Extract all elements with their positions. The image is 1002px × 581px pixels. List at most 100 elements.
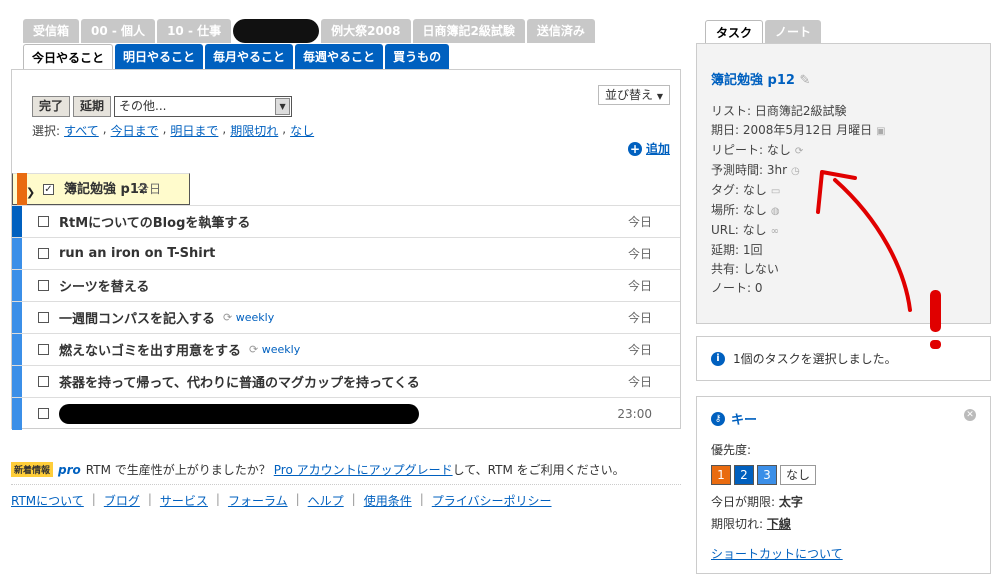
task-row[interactable]: run an iron on T-Shirt 今日 <box>12 237 680 270</box>
select-row: 選択: すべて, 今日まで, 明日まで, 期限切れ, なし <box>32 122 315 139</box>
sort-button[interactable]: 並び替え ▼ <box>598 85 670 105</box>
task-list-panel: 完了 延期 その他... ▼ 並び替え ▼ 選択: すべて, 今日まで, 明日ま… <box>11 69 681 430</box>
field-repeat[interactable]: リピート: なし ⟳ <box>711 141 886 161</box>
footer-terms-link[interactable]: 使用条件 <box>364 492 412 509</box>
footer-help-link[interactable]: ヘルプ <box>308 492 344 509</box>
task-checkbox[interactable] <box>38 248 49 259</box>
footer-about-link[interactable]: RTMについて <box>11 492 84 509</box>
priority-none-swatch: なし <box>780 465 817 485</box>
task-name: 茶器を持って帰って、代わりに普通のマグカップを持ってくる <box>59 376 420 391</box>
footer-links: RTMについて | ブログ | サービス | フォーラム | ヘルプ | 使用条件 | プラ… <box>11 484 681 509</box>
upgrade-link[interactable]: Pro アカウントにアップグレード <box>274 461 453 478</box>
task-row[interactable]: 23:00 <box>12 397 680 430</box>
priority-bar <box>12 333 22 366</box>
select-overdue-link[interactable]: 期限切れ <box>230 122 278 139</box>
close-icon[interactable]: ✕ <box>964 409 976 421</box>
repeat-label: weekly <box>261 343 301 356</box>
task-checkbox[interactable] <box>38 376 49 387</box>
task-row[interactable]: 燃えないゴミを出す用意をする ⟳ weekly 今日 <box>12 333 680 366</box>
chevron-down-icon[interactable]: ▼ <box>275 98 291 115</box>
tab-inbox[interactable]: 受信箱 <box>23 19 80 43</box>
task-detail-title[interactable]: 簿記勉強 p12 ✎ <box>711 69 810 88</box>
task-row[interactable]: 一週間コンパスを記入する ⟳ weekly 今日 <box>12 301 680 334</box>
field-due-text: 期日: 2008年5月12日 月曜日 <box>711 123 873 137</box>
priority-1-swatch: 1 <box>711 465 731 485</box>
tab-personal[interactable]: 00 - 個人 <box>81 19 156 43</box>
field-list[interactable]: リスト: 日商簿記2級試験 <box>711 102 886 121</box>
tab-weekly[interactable]: 毎週やること <box>295 44 384 70</box>
task-name: 一週間コンパスを記入する <box>59 312 216 327</box>
task-checkbox[interactable]: ✓ <box>43 183 54 195</box>
tab-today[interactable]: 今日やること <box>23 44 114 70</box>
footer-forum-link[interactable]: フォーラム <box>228 492 288 509</box>
field-notes-text: ノート: 0 <box>711 281 763 295</box>
select-none-link[interactable]: なし <box>290 122 314 139</box>
key-title: ⚷ キー <box>711 409 757 428</box>
field-shared-text: 共有: しない <box>711 262 779 276</box>
tab-redacted[interactable] <box>233 19 320 43</box>
task-row[interactable]: シーツを替える 今日 <box>12 269 680 302</box>
task-name: 簿記勉強 p12 <box>64 181 148 197</box>
task-checkbox[interactable] <box>38 280 49 291</box>
clock-icon: ◷ <box>791 166 800 177</box>
task-checkbox[interactable] <box>38 344 49 355</box>
footer-privacy-link[interactable]: プライバシーポリシー <box>432 492 552 509</box>
task-due: 今日 <box>627 215 652 229</box>
field-tags-text: タグ: なし <box>711 183 767 197</box>
priority-bar <box>12 237 22 270</box>
task-due: 今日 <box>627 375 652 389</box>
task-detail-name: 簿記勉強 p12 <box>711 73 795 88</box>
overdue-legend: 期限切れ: 下線 <box>711 515 791 532</box>
pencil-icon[interactable]: ✎ <box>799 73 810 88</box>
field-estimate-text: 予測時間: 3hr <box>711 163 788 177</box>
overdue-value: 下線 <box>766 517 791 531</box>
selected-pointer-icon: ❯ <box>26 186 36 199</box>
shortcut-link[interactable]: ショートカットについて <box>711 545 843 562</box>
task-name: run an iron on T-Shirt <box>59 246 216 261</box>
overdue-prefix: 期限切れ: <box>711 517 764 531</box>
tab-shopping[interactable]: 買うもの <box>385 44 450 70</box>
select-tomorrow-link[interactable]: 明日まで <box>170 122 218 139</box>
field-due[interactable]: 期日: 2008年5月12日 月曜日 ▣ <box>711 121 886 141</box>
task-checkbox[interactable] <box>38 216 49 227</box>
more-actions-select[interactable]: その他... ▼ <box>114 96 293 117</box>
task-checkbox[interactable] <box>38 408 49 419</box>
task-due: 今日 <box>627 311 652 325</box>
due-today-legend: 今日が期限: 太字 <box>711 493 803 510</box>
add-task-button[interactable]: + 追加 <box>627 140 670 157</box>
tab-sent[interactable]: 送信済み <box>526 19 595 43</box>
info-icon: i <box>711 351 725 366</box>
postpone-button[interactable]: 延期 <box>73 96 112 117</box>
footer-services-link[interactable]: サービス <box>160 492 208 509</box>
tab-bookkeeping[interactable]: 日商簿記2級試験 <box>412 19 525 43</box>
priority-label: 優先度: <box>711 443 752 457</box>
repeat-icon: ⟳ <box>223 311 233 324</box>
tab-notes[interactable]: ノート <box>765 20 822 44</box>
complete-button[interactable]: 完了 <box>32 96 71 117</box>
field-repeat-text: リピート: なし <box>711 143 791 157</box>
select-today-link[interactable]: 今日まで <box>111 122 159 139</box>
repeat-icon: ⟳ <box>794 146 804 157</box>
select-all-link[interactable]: すべて <box>64 122 99 139</box>
add-task-label: 追加 <box>645 142 670 156</box>
tab-monthly[interactable]: 毎月やること <box>205 44 294 70</box>
tab-festival[interactable]: 例大祭2008 <box>321 19 411 43</box>
task-row[interactable]: ❯ ✓ 簿記勉強 p12 今日 <box>12 173 190 205</box>
footer-blog-link[interactable]: ブログ <box>104 492 140 509</box>
key-legend-panel: ⚷ キー ✕ 優先度: 1 2 3 なし 今日が期限: 太字 期限切れ: 下線 … <box>696 396 991 574</box>
tab-tomorrow[interactable]: 明日やること <box>115 44 204 70</box>
field-location-text: 場所: なし <box>711 203 767 217</box>
detail-tab-bar: タスク ノート <box>705 20 822 44</box>
tab-task[interactable]: タスク <box>705 20 764 44</box>
task-due: 今日 <box>627 343 652 357</box>
tab-work[interactable]: 10 - 仕事 <box>157 19 232 43</box>
task-toolbar: 完了 延期 その他... ▼ <box>32 96 293 117</box>
task-row[interactable]: RtMについてのBlogを執筆する 今日 <box>12 205 680 238</box>
task-due: 今日 <box>136 181 161 196</box>
task-row[interactable]: 茶器を持って帰って、代わりに普通のマグカップを持ってくる 今日 <box>12 365 680 398</box>
top-tab-bar: 受信箱 00 - 個人 10 - 仕事 例大祭2008 日商簿記2級試験 送信済… <box>23 19 595 43</box>
chevron-down-icon: ▼ <box>656 92 663 101</box>
task-checkbox[interactable] <box>38 312 49 323</box>
repeat-badge: ⟳ weekly <box>249 343 300 356</box>
priority-bar <box>12 397 22 430</box>
